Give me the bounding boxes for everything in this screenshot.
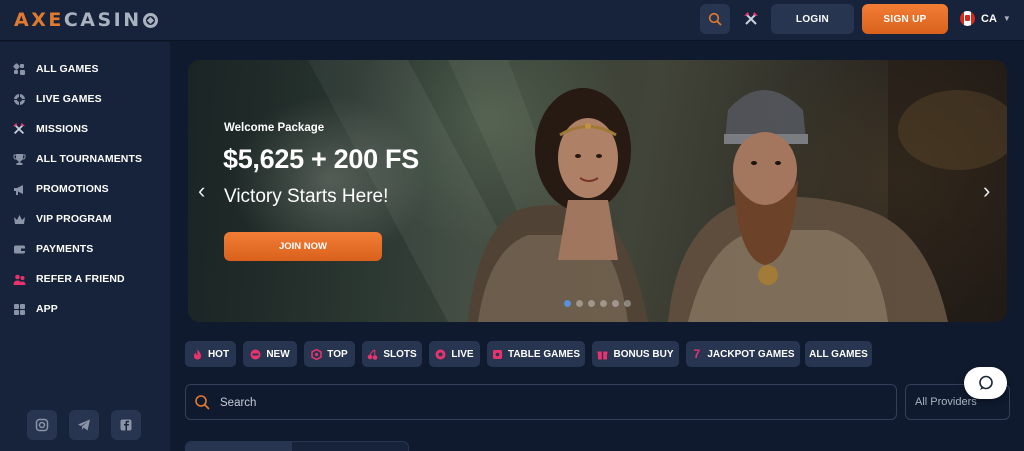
- login-button[interactable]: LOGIN: [771, 4, 854, 34]
- crown-icon: [12, 212, 26, 226]
- promo-banner[interactable]: Welcome Package $5,625 + 200 FS Victory …: [188, 60, 1007, 322]
- category-table-games[interactable]: TABLE GAMES: [487, 341, 585, 367]
- sidebar-item-all-tournaments[interactable]: ALL TOURNAMENTS: [12, 149, 142, 169]
- sidebar-item-label: REFER A FRIEND: [36, 273, 125, 285]
- carousel-dot[interactable]: [612, 300, 619, 307]
- cherries-icon: [367, 349, 378, 360]
- search-input[interactable]: [220, 393, 860, 413]
- sidebar-item-live-games[interactable]: LIVE GAMES: [12, 89, 102, 109]
- instagram-link[interactable]: [27, 410, 57, 440]
- roulette-icon: [12, 92, 26, 106]
- category-live[interactable]: LIVE: [429, 341, 480, 367]
- category-label: ALL GAMES: [809, 348, 868, 360]
- logo-casino-text: CASIN: [63, 9, 142, 31]
- megaphone-icon: [12, 182, 26, 196]
- carousel-dot[interactable]: [600, 300, 607, 307]
- language-selector[interactable]: CA ▼: [960, 11, 1011, 26]
- signup-button[interactable]: SIGN UP: [862, 4, 948, 34]
- chat-bubble-icon: [978, 375, 993, 390]
- carousel-dot[interactable]: [588, 300, 595, 307]
- roulette-icon: [435, 349, 446, 360]
- facebook-icon: [120, 419, 132, 431]
- sidebar-item-label: PROMOTIONS: [36, 183, 109, 195]
- language-code: CA: [981, 12, 997, 25]
- category-label: HOT: [207, 348, 230, 360]
- sidebar-item-label: ALL TOURNAMENTS: [36, 153, 143, 165]
- providers-selected-value: All Providers: [915, 396, 977, 408]
- sidebar: ALL GAMES LIVE GAMES MISSIONS ALL TOURNA…: [0, 42, 170, 451]
- sidebar-item-all-games[interactable]: ALL GAMES: [12, 59, 99, 79]
- casino-logo[interactable]: AXE CASIN: [14, 9, 158, 31]
- sidebar-item-label: PAYMENTS: [36, 243, 94, 255]
- category-label: SLOTS: [383, 348, 417, 360]
- facebook-link[interactable]: [111, 410, 141, 440]
- chat-button[interactable]: [964, 367, 1007, 399]
- fire-icon: [192, 349, 203, 360]
- canada-flag-icon: [960, 11, 975, 26]
- sidebar-item-app[interactable]: APP: [12, 299, 58, 319]
- trophy-icon: [12, 152, 26, 166]
- sidebar-item-label: LIVE GAMES: [36, 93, 102, 105]
- crossed-axes-icon: [12, 122, 26, 136]
- banner-amount: $5,625 + 200 FS: [223, 144, 419, 174]
- carousel-dot[interactable]: [576, 300, 583, 307]
- category-label: LIVE: [451, 348, 474, 360]
- top-header: AXE CASIN LOGIN SIGN UP CA ▼: [0, 0, 1024, 41]
- top-badge-icon: [311, 348, 323, 360]
- category-label: JACKPOT GAMES: [707, 348, 795, 360]
- category-top[interactable]: TOP: [304, 341, 355, 367]
- category-hot[interactable]: HOT: [185, 341, 236, 367]
- category-jackpot-games[interactable]: 7 JACKPOT GAMES: [686, 341, 800, 367]
- users-icon: [12, 272, 26, 286]
- crossed-axes-icon: [744, 12, 758, 25]
- category-label: TOP: [327, 348, 348, 360]
- gift-icon: [597, 349, 608, 360]
- seven-icon: 7: [693, 347, 701, 361]
- sidebar-item-payments[interactable]: PAYMENTS: [12, 239, 93, 259]
- category-label: NEW: [266, 348, 290, 360]
- social-links: [27, 410, 141, 440]
- carousel-dot[interactable]: [564, 300, 571, 307]
- category-slots[interactable]: SLOTS: [362, 341, 422, 367]
- game-search: [185, 384, 897, 420]
- category-label: TABLE GAMES: [507, 348, 581, 360]
- chevron-left-icon[interactable]: ‹: [198, 180, 205, 202]
- cards-icon: [492, 349, 503, 360]
- instagram-icon: [35, 418, 49, 432]
- logo-o-mark-icon: [142, 12, 158, 28]
- game-tabs: [185, 441, 409, 451]
- sidebar-item-missions[interactable]: MISSIONS: [12, 119, 88, 139]
- search-icon: [708, 12, 722, 26]
- chevron-right-icon[interactable]: ›: [983, 180, 990, 202]
- wallet-icon: [12, 242, 26, 256]
- search-icon: [194, 394, 210, 415]
- category-new[interactable]: NEW: [243, 341, 297, 367]
- carousel-dot[interactable]: [624, 300, 631, 307]
- sidebar-item-label: ALL GAMES: [36, 63, 99, 75]
- telegram-link[interactable]: [69, 410, 99, 440]
- category-bonus-buy[interactable]: BONUS BUY: [592, 341, 679, 367]
- sidebar-item-label: MISSIONS: [36, 123, 89, 135]
- banner-tagline: Victory Starts Here!: [224, 186, 389, 207]
- sidebar-item-label: VIP PROGRAM: [36, 213, 112, 225]
- sidebar-item-label: APP: [36, 303, 58, 315]
- header-search-button[interactable]: [700, 4, 730, 34]
- join-now-button[interactable]: JOIN NOW: [224, 232, 382, 261]
- sidebar-item-promotions[interactable]: PROMOTIONS: [12, 179, 109, 199]
- sidebar-item-vip-program[interactable]: VIP PROGRAM: [12, 209, 112, 229]
- tab-active[interactable]: [186, 442, 292, 451]
- chevron-down-icon: ▼: [1002, 14, 1011, 23]
- new-badge-icon: [250, 349, 261, 360]
- carousel-dots: [564, 300, 631, 307]
- logo-axe-text: AXE: [14, 9, 64, 31]
- dice-icon: [12, 62, 26, 76]
- category-all-games[interactable]: ALL GAMES: [805, 341, 872, 367]
- sidebar-item-refer-a-friend[interactable]: REFER A FRIEND: [12, 269, 125, 289]
- telegram-icon: [78, 419, 90, 431]
- category-label: BONUS BUY: [613, 348, 674, 360]
- header-missions-button[interactable]: [740, 8, 762, 30]
- banner-kicker: Welcome Package: [224, 122, 325, 134]
- apps-grid-icon: [12, 302, 26, 316]
